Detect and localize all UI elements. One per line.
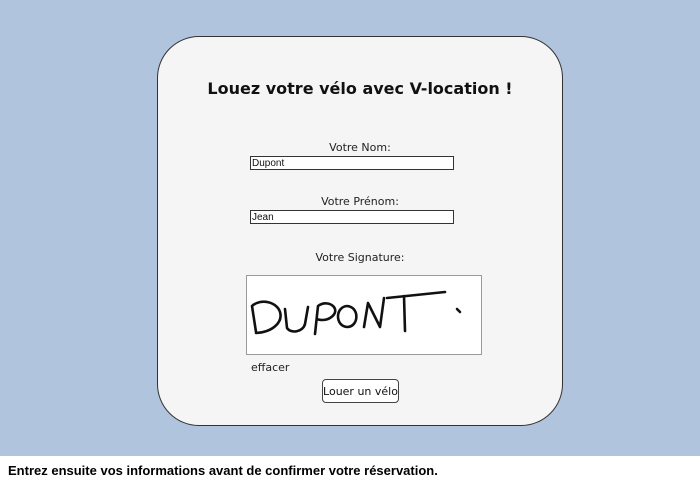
- signature-pad[interactable]: [246, 275, 482, 355]
- footer-instructions: Entrez ensuite vos informations avant de…: [8, 463, 438, 478]
- rental-form-card: Louez votre vélo avec V-location ! Votre…: [157, 36, 563, 426]
- signature-label: Votre Signature:: [315, 251, 405, 264]
- prenom-label: Votre Prénom:: [321, 195, 399, 208]
- prenom-input[interactable]: [250, 210, 454, 224]
- nom-label: Votre Nom:: [329, 141, 391, 154]
- clear-signature-link[interactable]: effacer: [251, 361, 289, 374]
- page-background: Louez votre vélo avec V-location ! Votre…: [0, 0, 700, 456]
- rent-bike-button[interactable]: Louer un vélo: [322, 379, 399, 403]
- signature-drawing: [250, 290, 462, 336]
- nom-input[interactable]: [250, 156, 454, 170]
- form-title: Louez votre vélo avec V-location !: [207, 79, 513, 98]
